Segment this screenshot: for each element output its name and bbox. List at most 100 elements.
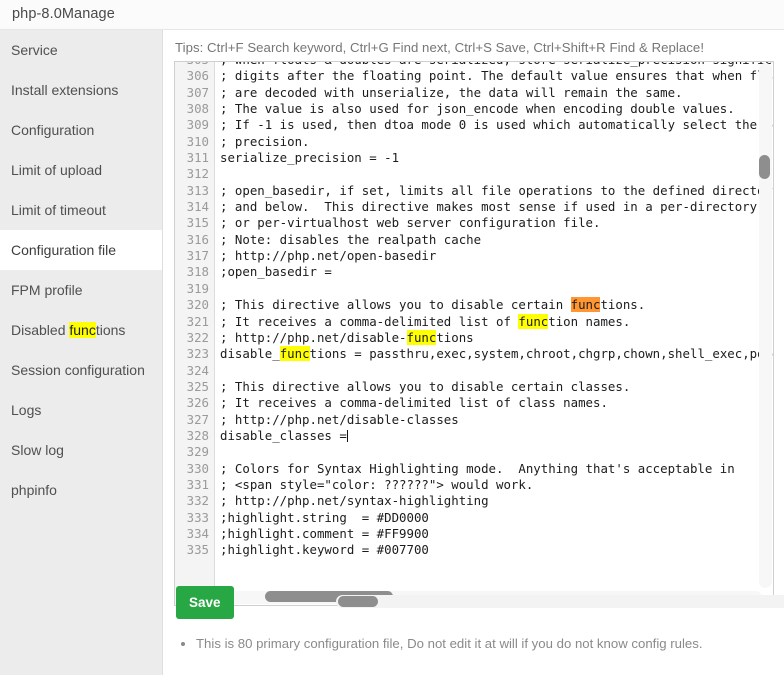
editor-line-number: 328 xyxy=(175,428,215,444)
editor-line-number: 312 xyxy=(175,166,215,182)
editor-line-number: 327 xyxy=(175,412,215,428)
sidebar-item-label: Disabled functions xyxy=(11,322,125,338)
editor-vertical-scrollbar-thumb[interactable] xyxy=(759,155,770,179)
editor-line-number: 307 xyxy=(175,85,215,101)
editor-line[interactable]: ; or per-virtualhost web server configur… xyxy=(220,215,774,231)
editor-line[interactable]: ; digits after the floating point. The d… xyxy=(220,68,774,84)
php-manage-window: php-8.0Manage Service Install extensions C… xyxy=(0,0,784,675)
editor-line[interactable]: ; This directive allows you to disable c… xyxy=(220,297,774,313)
editor-line[interactable]: ; open_basedir, if set, limits all file … xyxy=(220,183,774,199)
editor-line-number: 334 xyxy=(175,526,215,542)
editor-line-number: 317 xyxy=(175,248,215,264)
editor-line-number: 321 xyxy=(175,314,215,330)
editor-line[interactable]: ;highlight.comment = #FF9900 xyxy=(220,526,774,542)
editor-line[interactable]: ; Colors for Syntax Highlighting mode. A… xyxy=(220,461,774,477)
editor-line-number: 313 xyxy=(175,183,215,199)
editor-line[interactable]: serialize_precision = -1 xyxy=(220,150,774,166)
sidebar-item-label: Limit of timeout xyxy=(11,202,106,218)
editor-line[interactable]: ; The value is also used for json_encode… xyxy=(220,101,774,117)
page-horizontal-scrollbar-thumb[interactable] xyxy=(338,596,378,607)
editor-line-number: 310 xyxy=(175,134,215,150)
config-file-editor[interactable]: 3053063073083093103113123133143153163173… xyxy=(174,61,774,606)
sidebar-item-label: Configuration xyxy=(11,122,94,138)
search-highlight: func xyxy=(518,314,548,329)
footer-note: This is 80 primary configuration file, D… xyxy=(196,635,703,653)
sidebar-item-label: Service xyxy=(11,42,58,58)
sidebar-item-configuration-file[interactable]: Configuration file xyxy=(0,230,162,270)
editor-line[interactable] xyxy=(220,444,774,460)
editor-line-number: 309 xyxy=(175,117,215,133)
page-title: php-8.0Manage xyxy=(12,6,115,22)
editor-line-number: 316 xyxy=(175,232,215,248)
editor-line[interactable]: ; <span style="color: ??????"> would wor… xyxy=(220,477,774,493)
sidebar-item-limit-of-upload[interactable]: Limit of upload xyxy=(0,150,162,190)
sidebar-item-phpinfo[interactable]: phpinfo xyxy=(0,470,162,510)
page-horizontal-scrollbar-track[interactable] xyxy=(336,595,784,608)
footer-note-list: This is 80 primary configuration file, D… xyxy=(178,635,703,653)
save-button[interactable]: Save xyxy=(176,586,234,619)
editor-vertical-scrollbar-track[interactable] xyxy=(759,63,772,588)
editor-line[interactable]: ; It receives a comma-delimited list of … xyxy=(220,314,774,330)
sidebar-item-fpm-profile[interactable]: FPM profile xyxy=(0,270,162,310)
sidebar-item-label: Slow log xyxy=(11,442,64,458)
editor-line-number: 320 xyxy=(175,297,215,313)
editor-line-number: 331 xyxy=(175,477,215,493)
editor-line[interactable]: ; and below. This directive makes most s… xyxy=(220,199,774,215)
window-titlebar: php-8.0Manage xyxy=(0,0,784,30)
editor-line-number: 333 xyxy=(175,510,215,526)
editor-line-number: 314 xyxy=(175,199,215,215)
sidebar-item-service[interactable]: Service xyxy=(0,30,162,70)
editor-line-number: 322 xyxy=(175,330,215,346)
sidebar-item-label: Logs xyxy=(11,402,41,418)
editor-line[interactable]: ; This directive allows you to disable c… xyxy=(220,379,774,395)
editor-line[interactable]: disable_functions = passthru,exec,system… xyxy=(220,346,774,362)
text-caret xyxy=(347,430,348,442)
editor-line-number: 335 xyxy=(175,542,215,558)
editor-line[interactable]: disable_classes = xyxy=(220,428,774,444)
sidebar-nav: Service Install extensions Configuration Li… xyxy=(0,30,163,675)
sidebar-item-label: Install extensions xyxy=(11,82,118,98)
sidebar-item-session-configuration[interactable]: Session configuration xyxy=(0,350,162,390)
editor-line[interactable] xyxy=(220,281,774,297)
editor-line-number: 308 xyxy=(175,101,215,117)
editor-line-number: 311 xyxy=(175,150,215,166)
editor-line[interactable]: ; precision. xyxy=(220,134,774,150)
editor-line[interactable]: ; If -1 is used, then dtoa mode 0 is use… xyxy=(220,117,774,133)
sidebar-item-configuration[interactable]: Configuration xyxy=(0,110,162,150)
sidebar-item-disabled-functions[interactable]: Disabled functions xyxy=(0,310,162,350)
search-highlight: func xyxy=(280,346,310,361)
current-match-highlight: func xyxy=(571,297,601,312)
editor-line-number: 324 xyxy=(175,363,215,379)
editor-line[interactable]: ; http://php.net/disable-functions xyxy=(220,330,774,346)
sidebar-item-label: phpinfo xyxy=(11,482,57,498)
editor-line-number-gutter: 3053063073083093103113123133143153163173… xyxy=(175,62,215,606)
sidebar-item-label: Limit of upload xyxy=(11,162,102,178)
search-highlight: func xyxy=(69,322,95,338)
editor-line[interactable]: ;open_basedir = xyxy=(220,264,774,280)
editor-line[interactable]: ;highlight.keyword = #007700 xyxy=(220,542,774,558)
editor-line-number: 329 xyxy=(175,444,215,460)
editor-line[interactable]: ; It receives a comma-delimited list of … xyxy=(220,395,774,411)
editor-line[interactable] xyxy=(220,166,774,182)
sidebar-item-limit-of-timeout[interactable]: Limit of timeout xyxy=(0,190,162,230)
editor-line-number: 305 xyxy=(175,61,215,68)
editor-line-number: 323 xyxy=(175,346,215,362)
editor-line[interactable]: ; Note: disables the realpath cache xyxy=(220,232,774,248)
editor-line[interactable]: ; http://php.net/syntax-highlighting xyxy=(220,493,774,509)
sidebar-item-install-extensions[interactable]: Install extensions xyxy=(0,70,162,110)
editor-line-number: 306 xyxy=(175,68,215,84)
editor-line[interactable]: ; are decoded with unserialize, the data… xyxy=(220,85,774,101)
editor-line-number: 332 xyxy=(175,493,215,509)
sidebar-item-label: Configuration file xyxy=(11,242,116,258)
editor-line-number: 319 xyxy=(175,281,215,297)
sidebar-item-slow-log[interactable]: Slow log xyxy=(0,430,162,470)
editor-code-area[interactable]: ; when floats & doubles are serialized, … xyxy=(216,62,774,606)
editor-tips: Tips: Ctrl+F Search keyword, Ctrl+G Find… xyxy=(175,40,704,55)
editor-line-number: 325 xyxy=(175,379,215,395)
editor-line[interactable]: ; http://php.net/open-basedir xyxy=(220,248,774,264)
editor-line[interactable]: ;highlight.string = #DD0000 xyxy=(220,510,774,526)
editor-line[interactable] xyxy=(220,363,774,379)
search-highlight: func xyxy=(407,330,437,345)
editor-line[interactable]: ; http://php.net/disable-classes xyxy=(220,412,774,428)
sidebar-item-logs[interactable]: Logs xyxy=(0,390,162,430)
